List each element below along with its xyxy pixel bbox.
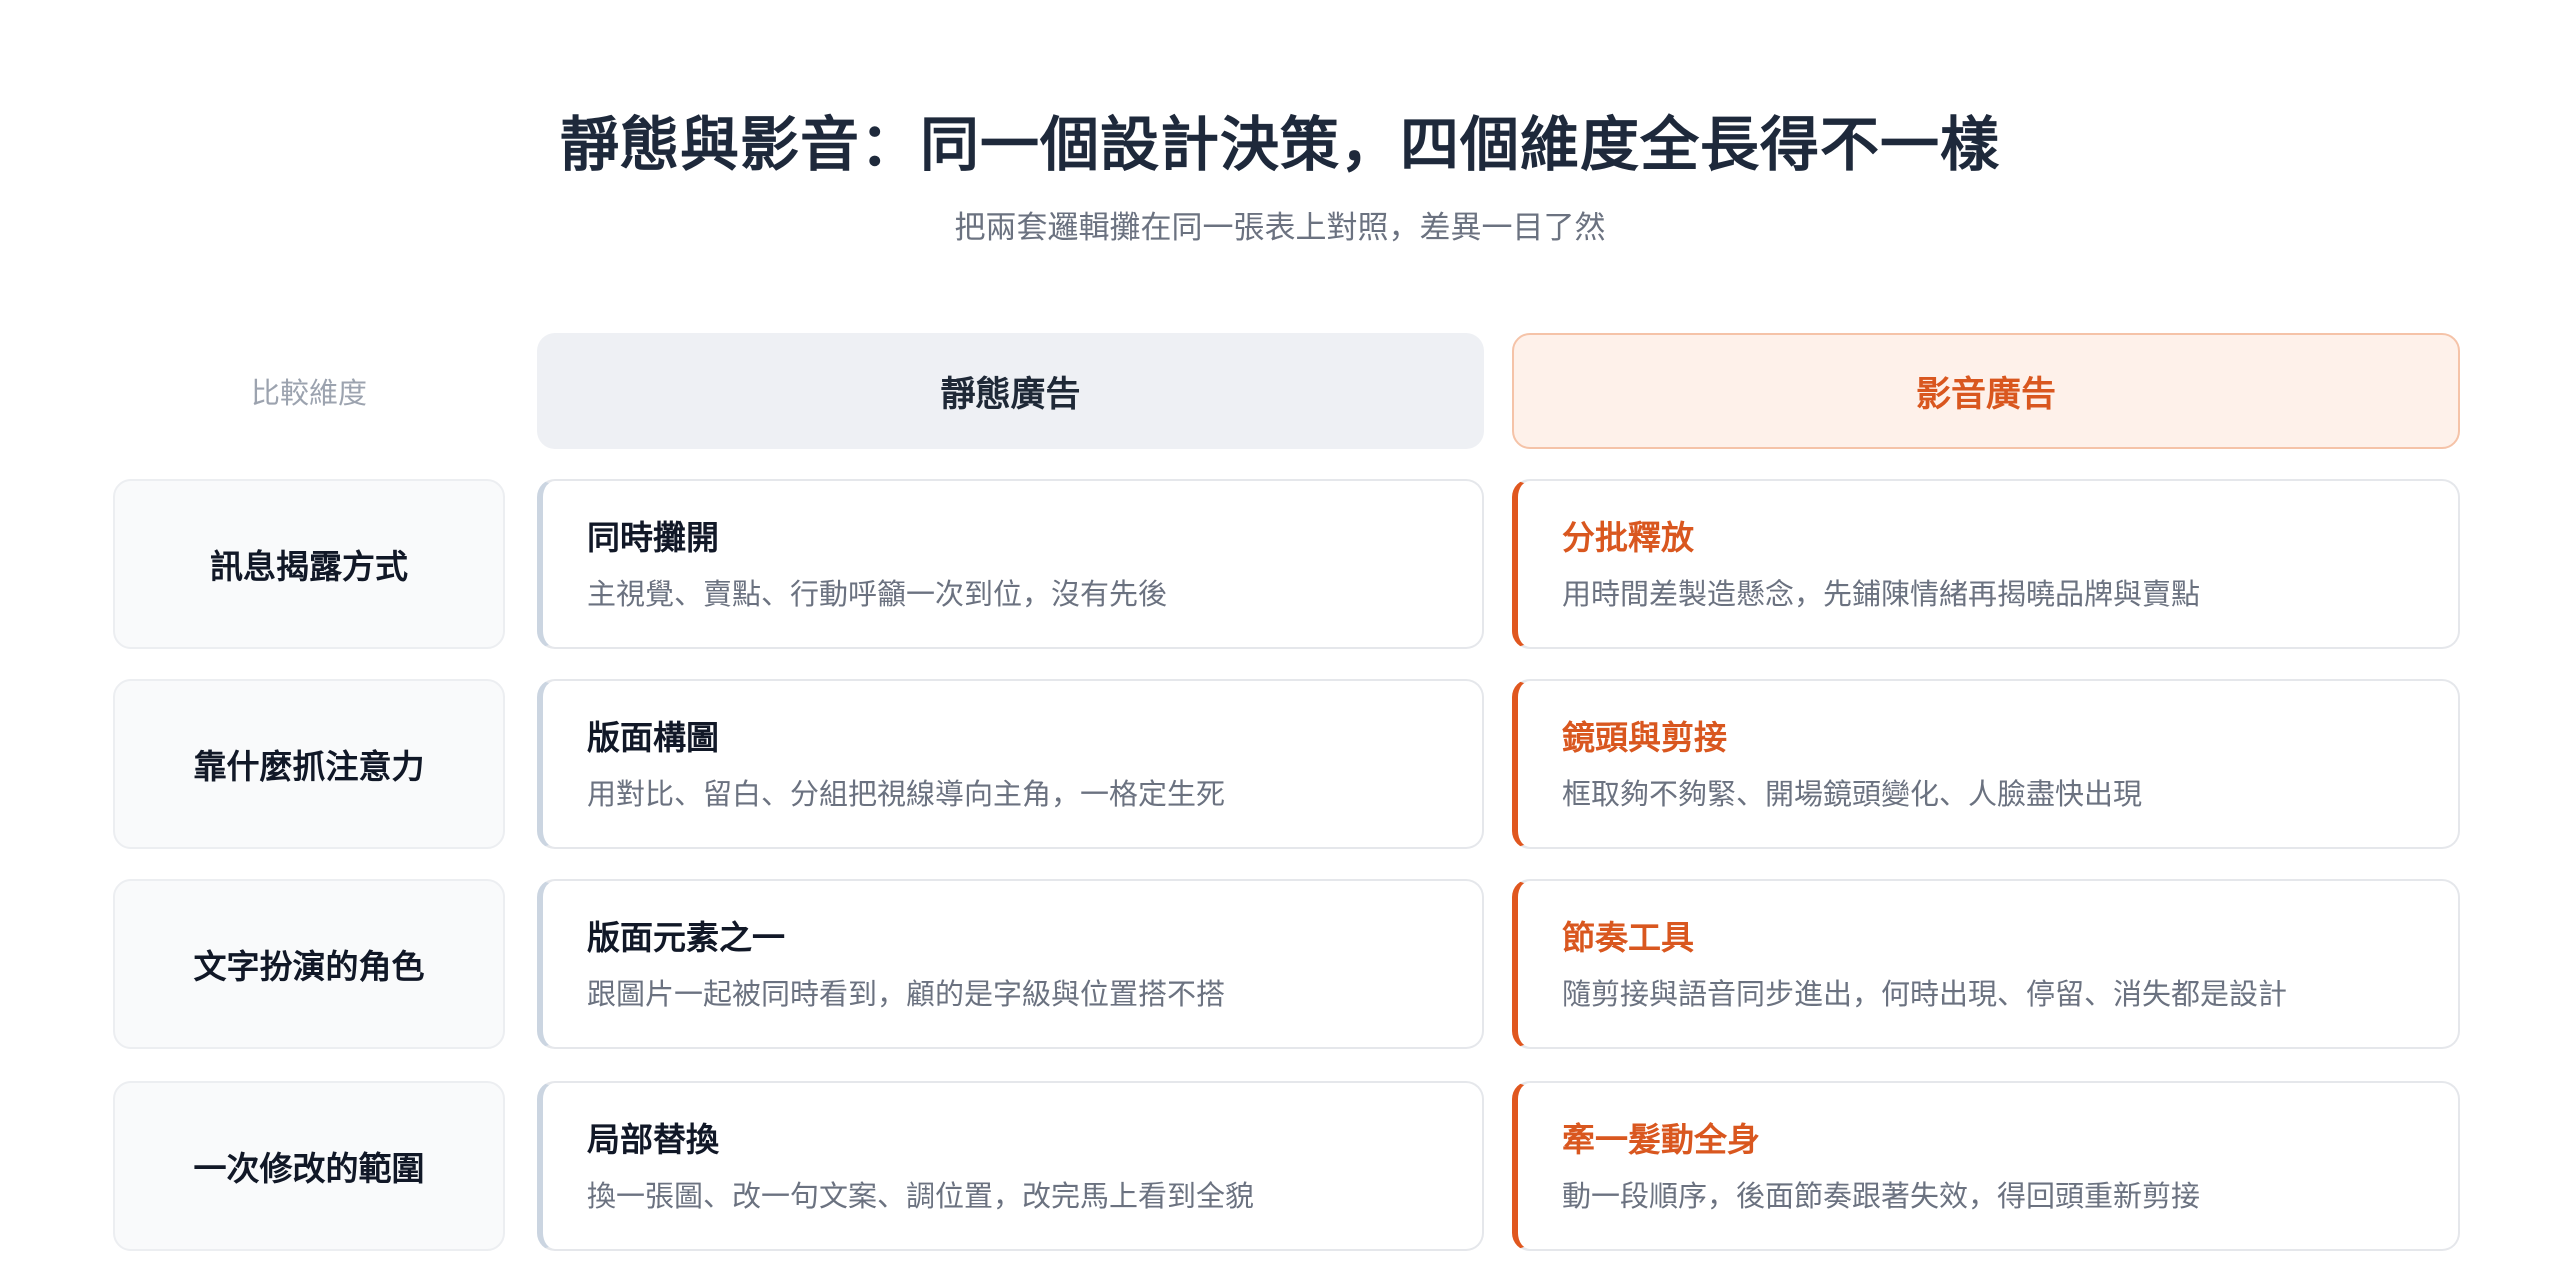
static-card: 同時攤開 主視覺、賣點、行動呼籲一次到位，沒有先後 bbox=[537, 479, 1484, 649]
video-card: 節奏工具 隨剪接與語音同步進出，何時出現、停留、消失都是設計 bbox=[1512, 879, 2460, 1049]
dimension-cell: 文字扮演的角色 bbox=[113, 879, 505, 1049]
column-header-row: 比較維度 靜態廣告 影音廣告 bbox=[0, 333, 2560, 449]
static-card-title: 局部替換 bbox=[587, 1120, 719, 1159]
video-card-desc: 用時間差製造懸念，先鋪陳情緒再揭曉品牌與賣點 bbox=[1562, 577, 2201, 611]
static-card-desc: 換一張圖、改一句文案、調位置，改完馬上看到全貌 bbox=[587, 1179, 1255, 1213]
video-card-desc: 動一段順序，後面節奏跟著失效，得回頭重新剪接 bbox=[1562, 1179, 2201, 1213]
comparison-row: 文字扮演的角色 版面元素之一 跟圖片一起被同時看到，顧的是字級與位置搭不搭 節奏… bbox=[0, 879, 2560, 1049]
dimension-cell: 靠什麼抓注意力 bbox=[113, 679, 505, 849]
video-card-title: 分批釋放 bbox=[1562, 518, 1694, 557]
video-card: 分批釋放 用時間差製造懸念，先鋪陳情緒再揭曉品牌與賣點 bbox=[1512, 479, 2460, 649]
video-card-title: 鏡頭與剪接 bbox=[1562, 718, 1727, 757]
comparison-row: 一次修改的範圍 局部替換 換一張圖、改一句文案、調位置，改完馬上看到全貌 牽一髮… bbox=[0, 1081, 2560, 1251]
video-card: 鏡頭與剪接 框取夠不夠緊、開場鏡頭變化、人臉盡快出現 bbox=[1512, 679, 2460, 849]
dimension-cell: 一次修改的範圍 bbox=[113, 1081, 505, 1251]
static-card-desc: 主視覺、賣點、行動呼籲一次到位，沒有先後 bbox=[587, 577, 1168, 611]
video-card-desc: 隨剪接與語音同步進出，何時出現、停留、消失都是設計 bbox=[1562, 977, 2288, 1011]
static-card-title: 同時攤開 bbox=[587, 518, 719, 557]
video-card-title: 牽一髮動全身 bbox=[1562, 1120, 1760, 1159]
video-card-desc: 框取夠不夠緊、開場鏡頭變化、人臉盡快出現 bbox=[1562, 777, 2143, 811]
static-card: 版面構圖 用對比、留白、分組把視線導向主角，一格定生死 bbox=[537, 679, 1484, 849]
static-card: 版面元素之一 跟圖片一起被同時看到，顧的是字級與位置搭不搭 bbox=[537, 879, 1484, 1049]
comparison-row: 訊息揭露方式 同時攤開 主視覺、賣點、行動呼籲一次到位，沒有先後 分批釋放 用時… bbox=[0, 479, 2560, 649]
static-card-title: 版面元素之一 bbox=[587, 918, 785, 957]
comparison-row: 靠什麼抓注意力 版面構圖 用對比、留白、分組把視線導向主角，一格定生死 鏡頭與剪… bbox=[0, 679, 2560, 849]
page-subtitle: 把兩套邏輯攤在同一張表上對照，差異一目了然 bbox=[954, 210, 1606, 246]
static-card-desc: 跟圖片一起被同時看到，顧的是字級與位置搭不搭 bbox=[587, 977, 1226, 1011]
video-ad-column-header: 影音廣告 bbox=[1512, 333, 2460, 449]
static-card: 局部替換 換一張圖、改一句文案、調位置，改完馬上看到全貌 bbox=[537, 1081, 1484, 1251]
dimension-cell: 訊息揭露方式 bbox=[113, 479, 505, 649]
video-card: 牽一髮動全身 動一段順序，後面節奏跟著失效，得回頭重新剪接 bbox=[1512, 1081, 2460, 1251]
page-title: 靜態與影音：同一個設計決策，四個維度全長得不一樣 bbox=[559, 110, 2000, 179]
dimension-column-header: 比較維度 bbox=[250, 376, 367, 410]
static-card-desc: 用對比、留白、分組把視線導向主角，一格定生死 bbox=[587, 777, 1226, 811]
video-card-title: 節奏工具 bbox=[1562, 918, 1694, 957]
static-card-title: 版面構圖 bbox=[587, 718, 719, 757]
static-ad-column-header: 靜態廣告 bbox=[537, 333, 1484, 449]
